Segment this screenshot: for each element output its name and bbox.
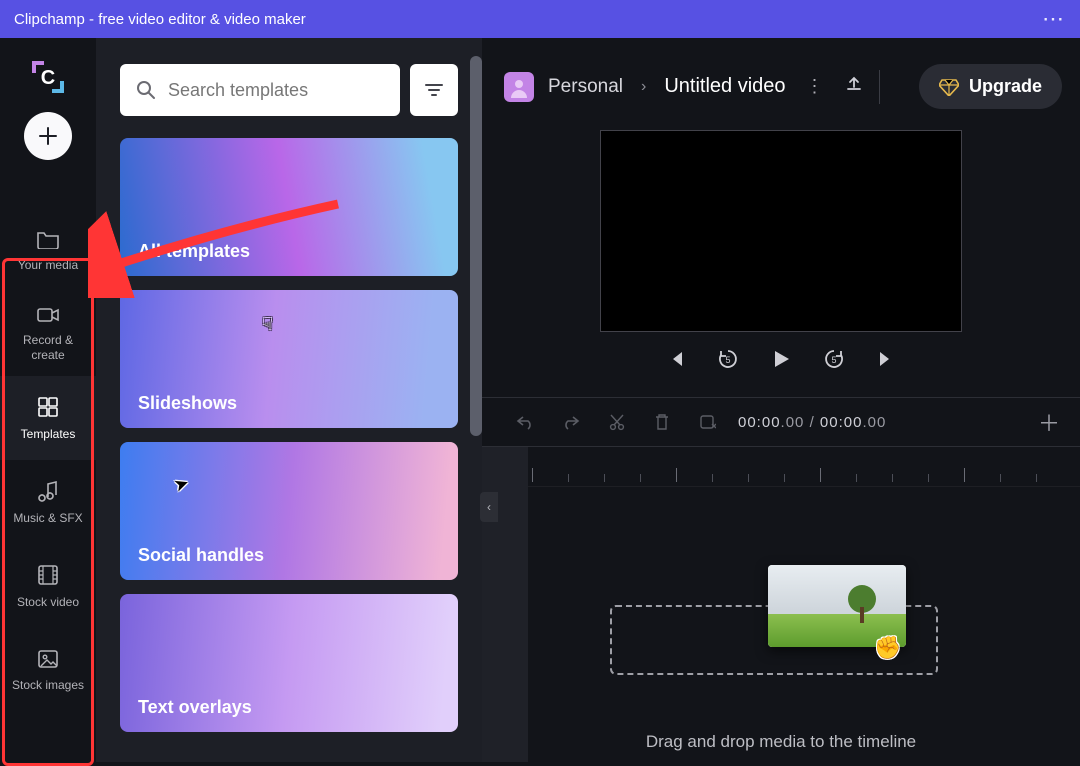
sidebar-item-stock-video[interactable]: Stock video bbox=[0, 544, 96, 628]
filter-button[interactable] bbox=[410, 64, 458, 116]
workspace-avatar[interactable] bbox=[504, 72, 534, 102]
template-card-label: Social handles bbox=[138, 545, 264, 566]
main-area: Personal › Untitled video ⋮ Upgrade 5 5 bbox=[482, 38, 1080, 762]
divider bbox=[879, 70, 880, 104]
folder-icon bbox=[36, 229, 60, 252]
play-button[interactable] bbox=[770, 348, 792, 370]
camera-icon bbox=[36, 306, 60, 327]
upgrade-button[interactable]: Upgrade bbox=[919, 64, 1062, 109]
grab-cursor-icon: ✊ bbox=[874, 635, 901, 661]
search-placeholder: Search templates bbox=[168, 80, 308, 101]
forward-5-button[interactable]: 5 bbox=[822, 347, 846, 371]
add-track-button[interactable]: ＋ bbox=[1038, 406, 1060, 438]
new-project-button[interactable] bbox=[24, 112, 72, 160]
undo-button[interactable] bbox=[502, 414, 548, 430]
workspace-name[interactable]: Personal bbox=[548, 76, 623, 98]
collapse-panel-button[interactable]: ‹ bbox=[480, 492, 498, 522]
player-controls: 5 5 bbox=[482, 331, 1080, 397]
sidebar-item-label: Record & create bbox=[23, 333, 73, 362]
music-icon bbox=[38, 480, 58, 505]
skip-end-button[interactable] bbox=[876, 349, 896, 369]
timeline[interactable]: ✊ Drag and drop media to the timeline bbox=[482, 447, 1080, 762]
sidebar-item-label: Music & SFX bbox=[13, 511, 82, 525]
search-templates-input[interactable]: Search templates bbox=[120, 64, 400, 116]
sidebar-item-your-media[interactable]: Your media bbox=[0, 208, 96, 292]
rewind-5-button[interactable]: 5 bbox=[716, 347, 740, 371]
template-card-label: All templates bbox=[138, 241, 250, 262]
delete-button[interactable] bbox=[640, 413, 684, 431]
filter-icon bbox=[424, 82, 444, 98]
templates-icon bbox=[37, 396, 59, 421]
sidebar-item-label: Your media bbox=[18, 258, 78, 272]
title-bar: Clipchamp - free video editor & video ma… bbox=[0, 0, 1080, 38]
title-bar-text: Clipchamp - free video editor & video ma… bbox=[14, 11, 1042, 28]
sidebar-item-record-create[interactable]: Record & create bbox=[0, 292, 96, 376]
image-icon bbox=[37, 649, 59, 672]
template-card-label: Text overlays bbox=[138, 697, 252, 718]
redo-button[interactable] bbox=[548, 414, 594, 430]
diamond-icon bbox=[939, 78, 959, 96]
project-title[interactable]: Untitled video bbox=[664, 75, 785, 98]
chevron-right-icon: › bbox=[637, 78, 650, 96]
skip-start-button[interactable] bbox=[666, 349, 686, 369]
template-card-all[interactable]: All templates bbox=[120, 138, 458, 276]
svg-text:5: 5 bbox=[831, 355, 836, 365]
sidebar-item-label: Stock video bbox=[17, 595, 79, 609]
templates-scrollbar[interactable] bbox=[470, 56, 482, 436]
cut-button[interactable] bbox=[594, 413, 640, 431]
video-preview[interactable] bbox=[601, 131, 961, 331]
title-bar-more-icon[interactable]: ⋯ bbox=[1042, 6, 1066, 32]
template-card-text-overlays[interactable]: Text overlays bbox=[120, 594, 458, 732]
timeline-ruler[interactable] bbox=[528, 447, 1080, 487]
svg-text:C: C bbox=[41, 67, 55, 89]
person-icon bbox=[508, 76, 530, 98]
app-logo: C bbox=[27, 56, 69, 98]
template-card-label: Slideshows bbox=[138, 393, 237, 414]
sidebar-item-music-sfx[interactable]: Music & SFX bbox=[0, 460, 96, 544]
templates-panel: Search templates All templates Slideshow… bbox=[96, 38, 482, 762]
upgrade-label: Upgrade bbox=[969, 76, 1042, 97]
project-more-icon[interactable]: ⋮ bbox=[800, 76, 831, 97]
sidebar-item-label: Stock images bbox=[12, 678, 84, 692]
time-display: 00:00.00 / 00:00.00 bbox=[738, 414, 886, 431]
film-icon bbox=[37, 564, 59, 589]
sidebar-item-label: Templates bbox=[21, 427, 76, 441]
sidebar-item-stock-images[interactable]: Stock images bbox=[0, 628, 96, 712]
template-card-slideshows[interactable]: Slideshows bbox=[120, 290, 458, 428]
sidebar-item-templates[interactable]: Templates bbox=[0, 376, 96, 460]
sidebar: C Your media Record & create bbox=[0, 38, 96, 762]
timeline-drop-hint: Drag and drop media to the timeline bbox=[482, 732, 1080, 752]
timeline-toolbar: 00:00.00 / 00:00.00 ＋ bbox=[482, 397, 1080, 447]
split-button[interactable] bbox=[684, 413, 730, 431]
search-icon bbox=[136, 80, 156, 100]
template-card-social[interactable]: Social handles bbox=[120, 442, 458, 580]
svg-text:5: 5 bbox=[725, 355, 730, 365]
export-button-icon[interactable] bbox=[845, 75, 865, 98]
